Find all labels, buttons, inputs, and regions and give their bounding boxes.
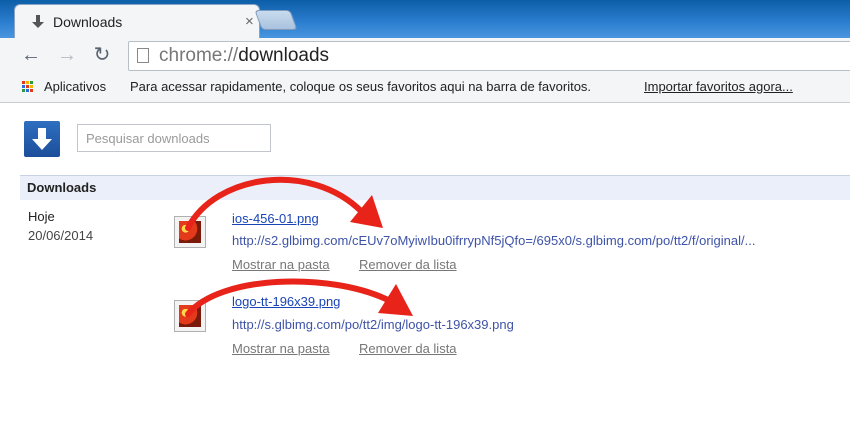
show-in-folder-link[interactable]: Mostrar na pasta	[232, 257, 330, 272]
search-downloads-input[interactable]	[77, 124, 271, 152]
tab-title: Downloads	[53, 14, 123, 30]
bookmarks-bar: Aplicativos Para acessar rapidamente, co…	[0, 72, 850, 103]
remove-from-list-link[interactable]: Remover da lista	[359, 257, 457, 272]
new-tab-button[interactable]	[254, 10, 298, 30]
download-source-url[interactable]: http://s.glbimg.com/po/tt2/img/logo-tt-1…	[232, 317, 844, 332]
show-in-folder-link[interactable]: Mostrar na pasta	[232, 341, 330, 356]
download-source-url[interactable]: http://s2.glbimg.com/cEUv7oMyiwIbu0ifrry…	[232, 233, 844, 248]
back-button[interactable]: ←	[20, 44, 42, 66]
remove-from-list-link[interactable]: Remover da lista	[359, 341, 457, 356]
reload-button[interactable]: ↻	[91, 44, 113, 66]
address-text: chrome://downloads	[159, 45, 329, 67]
download-tab-icon	[32, 15, 44, 28]
bookmarks-hint: Para acessar rapidamente, coloque os seu…	[130, 79, 592, 94]
date-group-day: Hoje	[28, 209, 55, 224]
browser-toolbar: ← → ↻ chrome://downloads	[0, 38, 850, 72]
file-thumbnail-icon	[174, 216, 206, 248]
page-icon	[137, 48, 149, 63]
section-title: Downloads	[27, 180, 97, 195]
date-group-date: 20/06/2014	[28, 228, 94, 243]
download-file-name[interactable]: logo-tt-196x39.png	[232, 294, 340, 309]
tab-downloads[interactable]: Downloads ×	[14, 4, 260, 39]
forward-button[interactable]: →	[56, 44, 78, 66]
annotation-arrowhead	[378, 284, 413, 316]
address-bar[interactable]: chrome://downloads	[128, 41, 850, 71]
downloads-logo-icon	[24, 121, 60, 157]
download-file-name[interactable]: ios-456-01.png	[232, 211, 319, 226]
file-thumbnail-icon	[174, 300, 206, 332]
downloads-section-header: Downloads	[20, 175, 850, 200]
apps-link[interactable]: Aplicativos	[44, 79, 106, 94]
import-bookmarks-link[interactable]: Importar favoritos agora...	[644, 79, 793, 94]
address-scheme: chrome://	[159, 45, 239, 66]
apps-grid-icon[interactable]	[22, 81, 34, 93]
tab-close-icon[interactable]: ×	[245, 13, 254, 30]
window-titlebar: Downloads ×	[0, 0, 850, 39]
address-path: downloads	[238, 45, 330, 66]
